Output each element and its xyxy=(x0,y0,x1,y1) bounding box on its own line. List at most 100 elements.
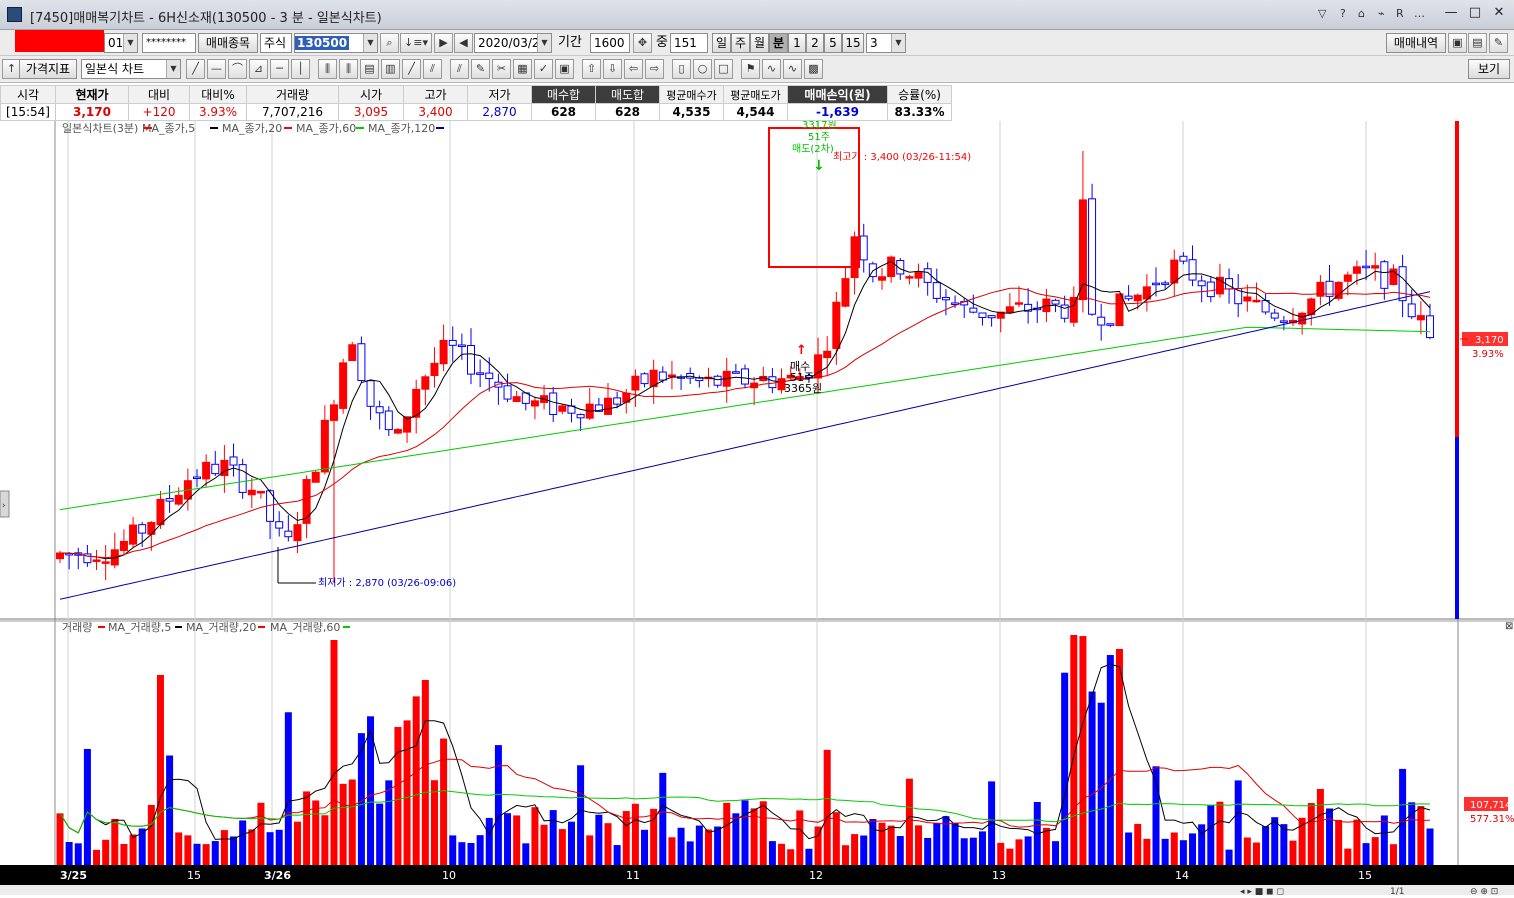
candle-body xyxy=(941,296,950,301)
trendline-tool-icon[interactable]: ╱ xyxy=(186,59,205,79)
market-select[interactable]: 주식 xyxy=(260,33,292,53)
volume-legend-title: 거래량 xyxy=(62,621,92,634)
volume-bar xyxy=(1088,691,1096,865)
period-month-button[interactable]: 월 xyxy=(750,33,769,53)
quote-win-rate: 83.33% xyxy=(887,103,952,121)
candle-body xyxy=(1298,312,1307,325)
circle-tool-icon[interactable]: ○ xyxy=(693,59,712,79)
color-tool-icon[interactable]: ▦ xyxy=(513,59,532,79)
view-button[interactable]: 보기 xyxy=(1468,59,1510,79)
chart-type-select[interactable]: 일본식 차트 ▼ xyxy=(81,59,181,79)
down-tool-icon[interactable]: ⇩ xyxy=(603,59,622,79)
pitchfork-tool-icon[interactable]: ⫽ xyxy=(450,59,469,79)
period-minute-button[interactable]: 분 xyxy=(769,33,788,53)
indicator-button[interactable]: 가격지표 xyxy=(19,59,77,79)
period-input[interactable]: 1600 xyxy=(590,33,630,53)
table-tool-icon[interactable]: ▤ xyxy=(360,59,379,79)
eraser-tool-icon[interactable]: ✂ xyxy=(492,59,511,79)
arc-tool-icon[interactable]: ⌒ xyxy=(228,59,247,79)
parallel-tool-icon[interactable]: ⫽ xyxy=(423,59,442,79)
volume-bar xyxy=(248,829,256,865)
channel-tool-icon[interactable]: ⫼ xyxy=(318,59,337,79)
volume-bar xyxy=(1344,848,1352,865)
help-icon[interactable]: ? xyxy=(1340,7,1346,20)
chevron-down-icon: ▼ xyxy=(363,34,377,52)
volume-close-icon[interactable]: ⊠ xyxy=(1505,621,1513,632)
next-arrow-icon[interactable]: ▶ xyxy=(434,33,453,53)
scroll-controls-icon[interactable]: ◂ ▸ ■ ◼ ◻ xyxy=(1240,887,1284,897)
prev-arrow-icon[interactable]: ◀ xyxy=(454,33,473,53)
volume-bar xyxy=(1134,823,1142,865)
candle-body xyxy=(92,559,101,562)
candle-body xyxy=(284,530,293,538)
wave-tool-icon[interactable]: ∿ xyxy=(762,59,781,79)
check-tool-icon[interactable]: ✓ xyxy=(534,59,553,79)
candle-body xyxy=(850,236,859,279)
r-icon[interactable]: R xyxy=(1396,7,1404,20)
volume-bar xyxy=(1252,842,1260,865)
minute-5-button[interactable]: 5 xyxy=(824,33,842,53)
period-week-button[interactable]: 주 xyxy=(731,33,750,53)
right-tool-icon[interactable]: ⇨ xyxy=(645,59,664,79)
search-icon[interactable]: ⌕ xyxy=(380,33,399,53)
minimize-icon[interactable]: — xyxy=(1440,3,1462,23)
box-tool-icon[interactable]: ▣ xyxy=(555,59,574,79)
candle-body xyxy=(604,397,612,415)
line-tool-icon[interactable]: ─ xyxy=(270,59,289,79)
quote-header: 매도합 xyxy=(595,85,660,104)
export-tool-icon[interactable]: ▩ xyxy=(804,59,823,79)
volume-bar xyxy=(577,765,585,865)
save-icon[interactable]: ▤ xyxy=(1468,33,1487,53)
fib-tool-icon[interactable]: ⊿ xyxy=(249,59,268,79)
sort-icon[interactable]: ↓≡▾ xyxy=(400,33,432,53)
settings-wrench-icon[interactable]: ✎ xyxy=(1489,33,1508,53)
quote-header: 평균매도가 xyxy=(723,85,788,104)
home-icon[interactable]: ⌂ xyxy=(1358,7,1365,20)
minute-select[interactable]: 3 ▼ xyxy=(866,33,906,53)
volume-bar xyxy=(641,829,649,865)
volume-bar xyxy=(978,831,986,865)
volume-bar xyxy=(778,843,786,865)
stock-list-button[interactable]: 매매종목 xyxy=(198,33,258,53)
bars-tool-icon[interactable]: ▥ xyxy=(381,59,400,79)
pin-icon[interactable]: ▽ xyxy=(1318,7,1326,20)
minute-15-button[interactable]: 15 xyxy=(842,33,864,53)
candle-body xyxy=(1133,294,1142,302)
volume-bar xyxy=(549,810,557,865)
candle-body xyxy=(549,392,558,415)
flag-tool-icon[interactable]: ⚑ xyxy=(741,59,760,79)
crosshair-icon[interactable]: ✥ xyxy=(633,33,652,53)
more-icon[interactable]: … xyxy=(1414,7,1425,20)
left-tool-icon[interactable]: ⇦ xyxy=(624,59,643,79)
x-axis-label: 12 xyxy=(809,869,823,882)
tool-icon[interactable]: ⌁ xyxy=(1378,7,1385,20)
password-field[interactable]: ******** xyxy=(142,33,196,53)
candle-body xyxy=(375,406,384,414)
maximize-icon[interactable]: □ xyxy=(1464,3,1486,23)
account-suffix-select[interactable]: 01 ▼ xyxy=(104,33,138,53)
low-price-label: 최저가 : 2,870 (03/26-09:06) xyxy=(318,577,456,589)
rect-tool-icon[interactable]: □ xyxy=(714,59,733,79)
wave2-tool-icon[interactable]: ∿ xyxy=(783,59,802,79)
volume-bar xyxy=(220,830,228,865)
camera-icon[interactable]: ▣ xyxy=(1448,33,1467,53)
date-picker[interactable]: 2020/03/26 ▼ xyxy=(474,33,552,53)
close-icon[interactable]: ✕ xyxy=(1488,3,1510,23)
toolbar-drawing: ↑ 가격지표 일본식 차트 ▼ ╱ — ⌒ ⊿ ─ │ ⫼ ⫼ ▤ ▥ ╱ ⫽ ⫽ ✎ ✂ ▦ ✓ ▣ ⇧ ⇩ ⇦ ⇨ ▯ ○… xyxy=(0,56,1514,83)
minute-1-button[interactable]: 1 xyxy=(788,33,806,53)
vline-tool-icon[interactable]: │ xyxy=(291,59,310,79)
volume-bar xyxy=(211,841,219,865)
hline-tool-icon[interactable]: — xyxy=(207,59,226,79)
grid-tool-icon[interactable]: ⫼ xyxy=(339,59,358,79)
page-tool-icon[interactable]: ▯ xyxy=(672,59,691,79)
chart-area[interactable]: › 일본식차트(3분) MA_종가,5 MA_종가,20 MA_종가,60 MA… xyxy=(0,119,1514,897)
trade-history-button[interactable]: 매매내역 xyxy=(1386,33,1446,53)
pen-tool-icon[interactable]: ✎ xyxy=(471,59,490,79)
up-tool-icon[interactable]: ⇧ xyxy=(582,59,601,79)
minute-2-button[interactable]: 2 xyxy=(806,33,824,53)
stock-code-input[interactable]: 130500 ▼ xyxy=(294,33,378,53)
count-input[interactable]: 151 xyxy=(670,33,708,53)
zoom-controls-icon[interactable]: ⊖ ⊕ ⊡ xyxy=(1470,887,1498,897)
period-day-button[interactable]: 일 xyxy=(712,33,731,53)
ray-tool-icon[interactable]: ╱ xyxy=(402,59,421,79)
